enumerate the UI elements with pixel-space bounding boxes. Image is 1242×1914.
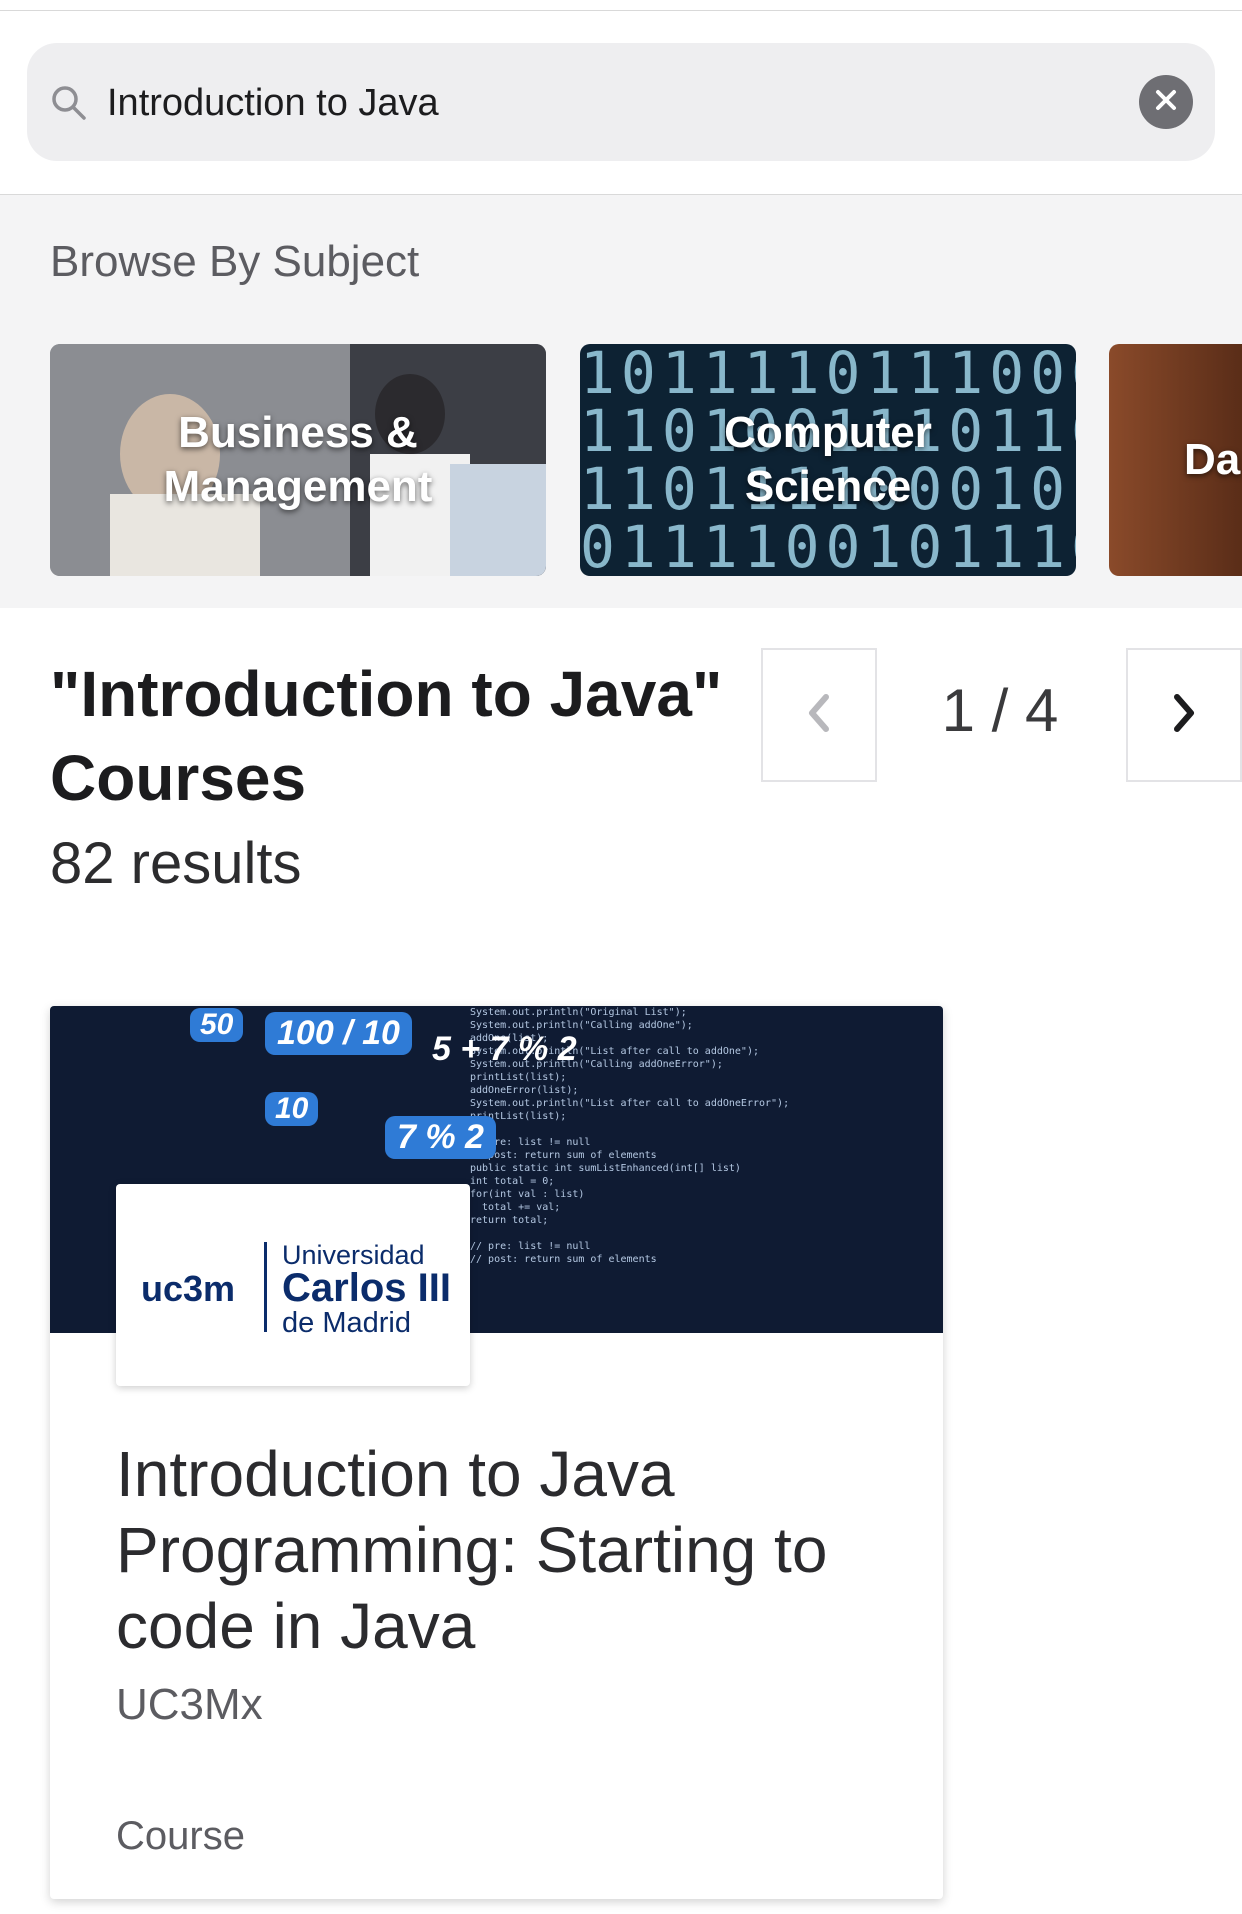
- course-card[interactable]: System.out.println("Original List"); Syst…: [50, 1006, 943, 1899]
- logo-line: de Madrid: [282, 1307, 411, 1339]
- subject-label-line: Da: [1184, 435, 1241, 484]
- results-count: 82 results: [50, 831, 302, 896]
- math-bubble: 50: [190, 1008, 244, 1042]
- search-icon: [49, 83, 89, 123]
- chevron-right-icon: [1169, 691, 1199, 740]
- subject-label: Da: [1184, 433, 1240, 487]
- search-section: [0, 11, 1242, 195]
- math-bubble: 10: [265, 1092, 319, 1126]
- logo-short-name: uc3m: [141, 1268, 236, 1309]
- subject-label-line: Management: [163, 462, 433, 511]
- partner-logo: uc3m Universidad Carlos III de Madrid: [116, 1184, 470, 1386]
- browse-by-subject-section: Browse By Subject Business & Management …: [0, 195, 1242, 608]
- next-page-button[interactable]: [1126, 648, 1242, 782]
- logo-divider: [264, 1242, 267, 1332]
- page-indicator: 1 / 4: [941, 677, 1059, 744]
- subject-tile-computer-science[interactable]: 10111101110000 1101001110110 11011110001…: [580, 344, 1076, 576]
- chevron-left-icon: [804, 691, 834, 740]
- math-bubble: 100 / 10: [265, 1012, 412, 1055]
- search-bar[interactable]: [27, 43, 1215, 161]
- subject-label: Business & Management: [164, 406, 433, 514]
- subject-label: Computer Science: [724, 406, 932, 514]
- results-title-line: "Introduction to Java": [50, 658, 723, 730]
- course-organization: UC3Mx: [116, 1680, 263, 1729]
- math-bubble: 5 + 7 % 2: [432, 1030, 577, 1068]
- subject-tile-data[interactable]: Da: [1109, 344, 1242, 576]
- search-input[interactable]: [107, 79, 1107, 127]
- subject-label-line: Business &: [178, 408, 418, 457]
- browse-title: Browse By Subject: [50, 237, 420, 286]
- previous-page-button[interactable]: [761, 648, 877, 782]
- math-bubble: 7 % 2: [385, 1116, 496, 1159]
- clear-search-button[interactable]: [1139, 75, 1193, 129]
- clear-icon: [1153, 87, 1179, 118]
- subject-label-line: Science: [744, 462, 912, 511]
- subject-tile-business[interactable]: Business & Management: [50, 344, 546, 576]
- results-title-line: Courses: [50, 742, 307, 814]
- subject-label-line: Computer: [724, 408, 932, 457]
- course-type: Course: [116, 1814, 245, 1858]
- course-title[interactable]: Introduction to Java Programming: Starti…: [116, 1436, 906, 1664]
- logo-line: Carlos III: [282, 1266, 451, 1310]
- results-title: "Introduction to Java" Courses: [50, 652, 770, 820]
- top-divider: [0, 0, 1242, 11]
